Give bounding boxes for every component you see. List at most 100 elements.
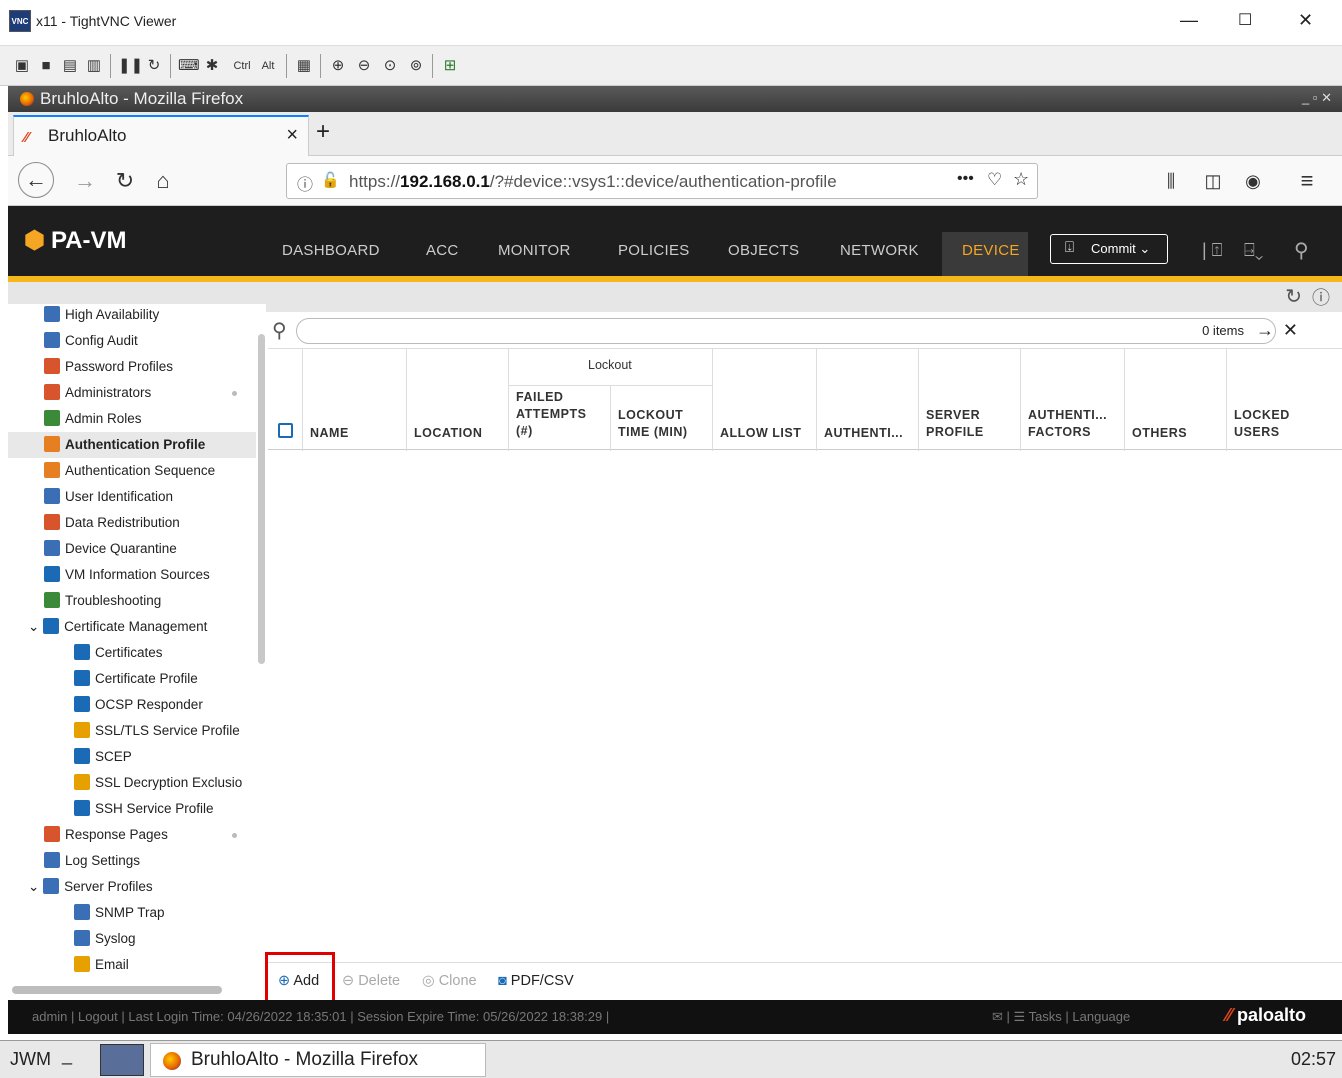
lock-config-icon[interactable]: | ⍐ xyxy=(1202,240,1222,261)
sidebar-item-certificate-profile[interactable]: Certificate Profile xyxy=(8,666,198,692)
sidebar-item-snmp-trap[interactable]: SNMP Trap xyxy=(8,900,165,926)
save-icon[interactable]: ■ xyxy=(36,56,56,76)
pdf-csv-button[interactable]: ◙ PDF/CSV xyxy=(498,973,574,989)
col-lockout-time[interactable]: LOCKOUT TIME (MIN) xyxy=(618,407,708,441)
clipboard-icon[interactable]: ▦ xyxy=(294,56,314,76)
select-all-checkbox[interactable] xyxy=(278,423,293,438)
sidebar-item-scep[interactable]: SCEP xyxy=(8,744,132,770)
nav-device[interactable]: DEVICE xyxy=(962,242,1020,259)
commit-button[interactable]: ⍗ Commit ⌄ xyxy=(1050,234,1168,264)
window-controls-icon[interactable]: _ ▫ ✕ xyxy=(1302,90,1332,106)
insecure-lock-icon[interactable]: 🔓 xyxy=(321,171,340,189)
col-others[interactable]: OTHERS xyxy=(1132,425,1187,442)
sidebar-item-user-identification[interactable]: User Identification xyxy=(8,484,173,510)
sidebar-item-device-quarantine[interactable]: Device Quarantine xyxy=(8,536,177,562)
sidebar-item-admin-roles[interactable]: Admin Roles xyxy=(8,406,142,432)
account-icon[interactable]: ◉ xyxy=(1238,166,1268,196)
sidebar-item-authentication-sequence[interactable]: Authentication Sequence xyxy=(8,458,215,484)
options-icon[interactable]: ▤ xyxy=(60,56,80,76)
sidebar-item-high-availability[interactable]: High Availability xyxy=(8,304,159,328)
sidebar-item-ssl-decryption-exclusio[interactable]: SSL Decryption Exclusio xyxy=(8,770,242,796)
sidebar-scrollbar[interactable] xyxy=(258,334,265,664)
col-allow-list[interactable]: ALLOW LIST xyxy=(720,425,801,442)
col-auth-factors[interactable]: AUTHENTI... FACTORS xyxy=(1028,407,1118,441)
bookmark-star-icon[interactable]: ☆ xyxy=(1013,169,1029,190)
sidebar-item-certificate-management[interactable]: ⌄ Certificate Management xyxy=(8,614,207,640)
nav-policies[interactable]: POLICIES xyxy=(618,242,690,259)
library-icon[interactable]: ⫼ xyxy=(1156,166,1186,196)
nav-acc[interactable]: ACC xyxy=(426,242,459,259)
connection-icon[interactable]: ▣ xyxy=(12,56,32,76)
save-config-icon[interactable]: ⍈⌄ xyxy=(1244,240,1263,261)
sidebar-item-ssl-tls-service-profile[interactable]: SSL/TLS Service Profile xyxy=(8,718,240,744)
page-actions-icon[interactable]: ••• xyxy=(957,170,974,188)
ctrl-key-button[interactable]: Ctrl xyxy=(228,56,256,76)
jwm-menu[interactable]: JWM xyxy=(10,1049,51,1070)
refresh-icon[interactable]: ↻ xyxy=(1285,284,1302,309)
col-failed-attempts[interactable]: FAILED ATTEMPTS (#) xyxy=(516,389,602,440)
pause-icon[interactable]: ❚❚ xyxy=(118,56,143,76)
reload-icon[interactable]: ↻ xyxy=(110,166,140,196)
nav-objects[interactable]: OBJECTS xyxy=(728,242,799,259)
col-locked-users[interactable]: LOCKED USERS xyxy=(1234,407,1304,441)
sidebar-item-email[interactable]: Email xyxy=(8,952,129,978)
pocket-icon[interactable]: ♡ xyxy=(987,170,1002,190)
refresh-icon[interactable]: ↻ xyxy=(144,56,164,76)
zoom-out-icon[interactable]: ⊖ xyxy=(354,56,374,76)
info-icon[interactable]: ⓘ xyxy=(297,171,313,195)
maximize-icon[interactable]: ☐ xyxy=(1238,10,1252,30)
back-icon[interactable]: ← xyxy=(18,162,54,198)
help-icon[interactable]: ⓘ xyxy=(1312,284,1330,310)
zoom-in-icon[interactable]: ⊕ xyxy=(328,56,348,76)
mail-icon[interactable]: ✉ xyxy=(992,1009,1003,1024)
home-icon[interactable]: ⌂ xyxy=(148,166,178,196)
keys-icon[interactable]: ⌨ xyxy=(178,56,200,76)
global-search-icon[interactable]: ⚲ xyxy=(1294,238,1309,263)
sidebar-item-response-pages[interactable]: Response Pages xyxy=(8,822,168,848)
new-tab-icon[interactable]: + xyxy=(316,118,330,146)
minimize-icon[interactable]: — xyxy=(1180,10,1198,31)
nav-monitor[interactable]: MONITOR xyxy=(498,242,571,259)
filter-input[interactable] xyxy=(296,318,1276,344)
clear-filter-icon[interactable]: ✕ xyxy=(1283,320,1298,341)
forward-icon[interactable]: → xyxy=(70,166,100,196)
minimize-icon[interactable]: _ xyxy=(62,1045,72,1066)
apply-filter-icon[interactable]: → xyxy=(1256,320,1274,341)
taskbar-firefox-window[interactable]: BruhloAlto - Mozilla Firefox xyxy=(150,1043,486,1077)
url-bar[interactable]: ⓘ 🔓 https://192.168.0.1/?#device::vsys1:… xyxy=(286,163,1038,199)
sidebar-horizontal-scrollbar[interactable] xyxy=(12,986,222,994)
expand-chevron-icon[interactable]: ⌄ xyxy=(28,619,43,634)
search-icon[interactable]: ⚲ xyxy=(272,318,287,343)
tab-bruhloalto[interactable]: ⁄⁄ BruhloAlto × xyxy=(13,115,309,156)
nav-dashboard[interactable]: DASHBOARD xyxy=(282,242,380,259)
zoom-fit-icon[interactable]: ⊚ xyxy=(406,56,426,76)
nav-network[interactable]: NETWORK xyxy=(840,242,919,259)
sidebar-item-ssh-service-profile[interactable]: SSH Service Profile xyxy=(8,796,214,822)
col-authentication[interactable]: AUTHENTI... xyxy=(824,425,903,442)
tab-close-icon[interactable]: × xyxy=(286,124,298,147)
col-name[interactable]: NAME xyxy=(310,425,349,442)
fullscreen-icon[interactable]: ⊞ xyxy=(440,56,460,76)
sidebar-item-troubleshooting[interactable]: Troubleshooting xyxy=(8,588,161,614)
sidebar-item-data-redistribution[interactable]: Data Redistribution xyxy=(8,510,180,536)
tasks-link[interactable]: Tasks xyxy=(1029,1009,1062,1024)
alt-key-button[interactable]: Alt xyxy=(256,56,280,76)
menu-icon[interactable]: ≡ xyxy=(1292,166,1322,196)
info-icon[interactable]: ▥ xyxy=(84,56,104,76)
sidebar-item-certificates[interactable]: Certificates xyxy=(8,640,163,666)
sidebar-item-ocsp-responder[interactable]: OCSP Responder xyxy=(8,692,203,718)
col-location[interactable]: LOCATION xyxy=(414,425,482,442)
col-server-profile[interactable]: SERVER PROFILE xyxy=(926,407,996,441)
clone-button[interactable]: ◎ Clone xyxy=(422,973,477,989)
sidebar-item-syslog[interactable]: Syslog xyxy=(8,926,136,952)
sidebar-icon[interactable]: ◫ xyxy=(1198,166,1228,196)
sidebar-item-vm-information-sources[interactable]: VM Information Sources xyxy=(8,562,210,588)
delete-button[interactable]: ⊖ Delete xyxy=(342,973,400,989)
sidebar-item-server-profiles[interactable]: ⌄ Server Profiles xyxy=(8,874,153,900)
language-link[interactable]: Language xyxy=(1072,1009,1130,1024)
pager-icon[interactable] xyxy=(100,1044,144,1076)
zoom-100-icon[interactable]: ⊙ xyxy=(380,56,400,76)
close-icon[interactable]: ✕ xyxy=(1298,10,1313,31)
sidebar-item-administrators[interactable]: Administrators xyxy=(8,380,151,406)
sidebar-item-authentication-profile[interactable]: Authentication Profile xyxy=(8,432,256,458)
